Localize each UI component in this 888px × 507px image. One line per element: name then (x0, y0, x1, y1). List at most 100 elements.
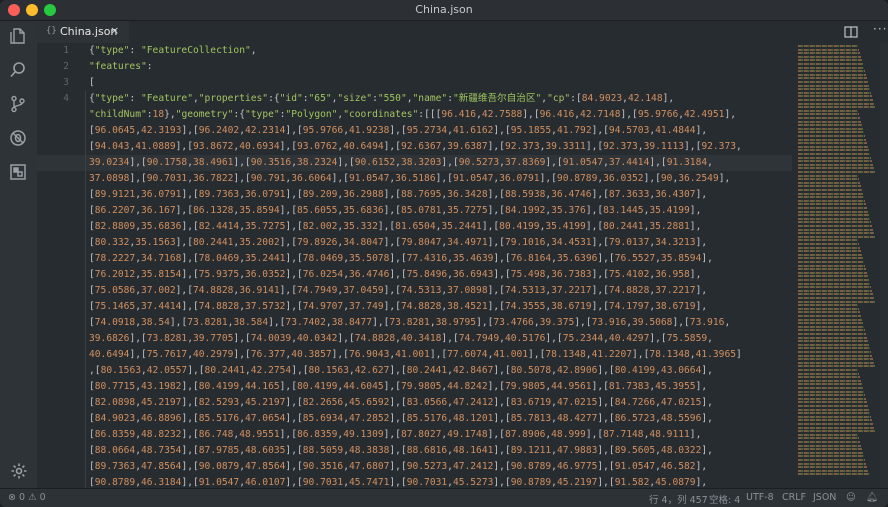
more-actions-icon[interactable]: ··· (873, 22, 887, 36)
minimap-line (798, 196, 864, 199)
minimap-line (798, 70, 865, 73)
minimap-line (798, 261, 864, 263)
code-line[interactable]: [89.7363,47.8564],[90.0879,47.8564],[90.… (89, 459, 707, 475)
minimap-line (798, 210, 868, 213)
code-line[interactable]: [82.8809,35.6836],[82.4414,35.7275],[82.… (89, 219, 701, 235)
code-line[interactable]: "childNum":18},"geometry":{"type":"Polyg… (89, 107, 736, 123)
minimap-line (798, 171, 875, 173)
indentation-setting[interactable]: 空格: 4 (709, 492, 740, 506)
search-icon[interactable] (9, 61, 27, 79)
minimap-line (798, 311, 860, 314)
settings-gear-icon[interactable] (10, 462, 28, 480)
minimap-line (798, 340, 868, 343)
code-line[interactable]: [84.9023,46.8896],[85.5176,47.0654],[85.… (89, 411, 713, 427)
minimap-line (798, 279, 869, 281)
error-icon: ⊗ (8, 492, 16, 503)
minimap-line (798, 282, 870, 285)
minimap-line (798, 365, 875, 368)
line-number-gutter: 1 2 3 4 (37, 43, 75, 488)
code-line[interactable]: [76.2012,35.8154],[75.9375,36.0352],[76.… (89, 267, 701, 283)
minimap-line (798, 124, 862, 127)
minimap-line (798, 138, 866, 141)
minimap-line (798, 250, 861, 253)
code-line[interactable]: 40.6494],[75.7617,40.2979],[76.377,40.38… (89, 347, 742, 363)
minimap-line (798, 372, 859, 375)
code-line[interactable]: 37.0898],[90.7031,36.7822],[90.791,36.60… (89, 171, 730, 187)
minimap-line (798, 253, 862, 256)
code-line[interactable]: [94.043,41.0889],[93.8672,40.6934],[93.0… (89, 139, 742, 155)
minimap-line (798, 419, 872, 422)
code-line[interactable]: [78.2227,34.7168],[78.0469,35.2441],[78.… (89, 251, 713, 267)
minimap-line (798, 77, 867, 80)
extensions-icon[interactable] (9, 163, 27, 181)
code-line[interactable]: [75.0586,37.002],[74.8828,36.9141],[74.7… (89, 283, 707, 299)
encoding-setting[interactable]: UTF-8 (746, 492, 774, 503)
minimap-line (798, 207, 867, 209)
minimap-line (798, 203, 866, 206)
code-line[interactable]: [ (89, 75, 95, 91)
minimap-line (798, 145, 868, 148)
minimap-line (798, 167, 874, 170)
code-line[interactable]: [86.2207,36.167],[86.1328,35.8594],[85.6… (89, 203, 701, 219)
minimap-line (798, 329, 865, 332)
code-line[interactable]: {"type": "Feature","properties":{"id":"6… (89, 91, 674, 107)
minimap-line (798, 45, 858, 47)
split-editor-icon[interactable] (844, 24, 858, 38)
code-line[interactable]: [90.8789,46.3184],[91.0547,46.0107],[90.… (89, 475, 707, 488)
minimap-line (798, 336, 867, 339)
minimap-line (798, 444, 861, 447)
tab-china-json[interactable]: {} China.json × (37, 21, 129, 44)
minimap-line (798, 289, 872, 292)
code-line[interactable]: [82.0898,45.2197],[82.5293,45.2197],[82.… (89, 395, 713, 411)
code-line[interactable]: {"type": "FeatureCollection", (89, 43, 257, 59)
minimap-line (798, 199, 865, 202)
code-line[interactable]: 39.6826],[73.8281,39.7705],[74.0039,40.0… (89, 331, 713, 347)
minimap-line (798, 473, 869, 476)
warning-icon: ⚠ (28, 492, 37, 503)
minimap-line (798, 387, 863, 389)
source-control-icon[interactable] (9, 95, 27, 113)
close-tab-icon[interactable]: × (110, 24, 119, 37)
feedback-smiley-icon[interactable]: ☺ (846, 492, 856, 503)
code-line[interactable]: [86.8359,48.8232],[86.748,48.9551],[86.8… (89, 427, 701, 443)
code-editor[interactable]: 1 2 3 4 {"type": "FeatureCollection", "featu… (37, 43, 792, 488)
minimap-line (798, 318, 862, 321)
notifications-bell-icon[interactable]: 🔔︎ (866, 492, 878, 503)
minimap[interactable] (798, 43, 878, 488)
minimap-line (798, 433, 858, 436)
code-line[interactable]: 39.0234],[90.1758,38.4961],[90.3516,38.2… (89, 155, 713, 171)
code-line[interactable]: [88.0664,48.7354],[87.9785,48.6035],[88.… (89, 443, 713, 459)
tab-bar: {} China.json × ··· (37, 21, 888, 44)
code-line[interactable]: [96.0645,42.3193],[96.2402,42.2314],[95.… (89, 123, 707, 139)
error-count: 0 (19, 492, 26, 503)
code-line[interactable]: [74.0918,38.54],[73.8281,38.584],[73.740… (89, 315, 730, 331)
eol-setting[interactable]: CRLF (782, 492, 806, 503)
minimap-line (798, 333, 866, 335)
code-line[interactable]: ,[80.1563,42.0557],[80.2441,42.2754],[80… (89, 363, 713, 379)
code-line[interactable]: [75.1465,37.4414],[74.8828,37.5732],[74.… (89, 299, 707, 315)
problems-indicator[interactable]: ⊗ 0 ⚠ 0 (8, 492, 46, 503)
minimap-line (798, 106, 875, 109)
code-line[interactable]: [80.7715,43.1982],[80.4199,44.165],[80.4… (89, 379, 707, 395)
cursor-position[interactable]: 行 4，列 457 (649, 492, 708, 506)
minimap-line (798, 88, 870, 91)
debug-icon[interactable] (9, 129, 27, 147)
minimap-line (798, 297, 874, 299)
minimap-line (798, 304, 858, 307)
code-line[interactable]: "features": (89, 59, 153, 75)
minimap-line (798, 412, 870, 415)
warning-count: 0 (39, 492, 46, 503)
line-number: 3 (63, 77, 69, 88)
code-line[interactable]: [80.332,35.1563],[80.2441,35.2002],[79.8… (89, 235, 707, 251)
language-mode[interactable]: JSON (813, 492, 836, 503)
minimap-line (798, 84, 869, 87)
minimap-line (798, 120, 861, 123)
minimap-line (798, 448, 862, 451)
files-icon[interactable] (9, 27, 27, 45)
minimap-line (798, 426, 874, 429)
code-line[interactable]: [89.9121,36.0791],[89.7363,36.0791],[89.… (89, 187, 707, 203)
minimap-line (798, 423, 873, 425)
minimap-line (798, 459, 865, 461)
vertical-scrollbar[interactable] (880, 43, 888, 488)
minimap-line (798, 361, 874, 364)
